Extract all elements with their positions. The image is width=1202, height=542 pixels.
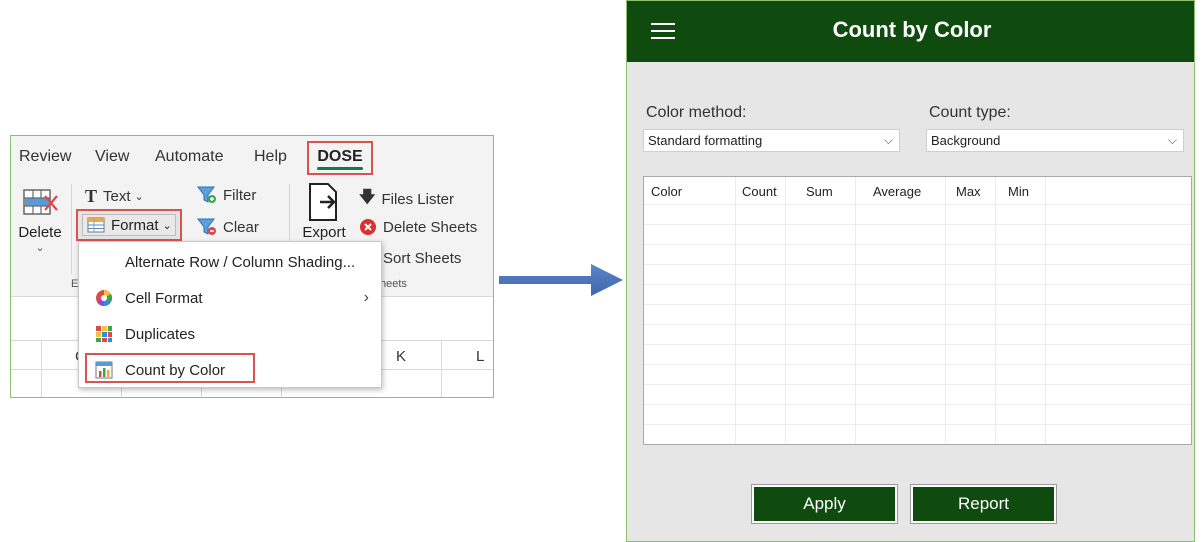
delete-circle-icon (360, 219, 376, 235)
report-button[interactable]: Report (910, 484, 1057, 524)
table-row-divider (644, 304, 1191, 305)
table-row-divider (644, 344, 1191, 345)
column-header-min[interactable]: Min (1008, 184, 1029, 199)
export-button[interactable]: Export (299, 182, 349, 241)
table-row-divider (644, 424, 1191, 425)
filter-label: Filter (223, 186, 257, 204)
chevron-down-icon: ⌵ (883, 133, 893, 147)
text-label: Text (103, 188, 131, 205)
ribbon-tabs: Review View Automate Help DOSE (11, 136, 493, 176)
sort-sheets-button[interactable]: Sort Sheets (383, 250, 461, 267)
tab-dose[interactable]: DOSE (307, 141, 373, 175)
tab-review[interactable]: Review (19, 148, 71, 166)
count-type-value: Background (931, 133, 1001, 148)
apply-button[interactable]: Apply (751, 484, 898, 524)
grid-line (41, 340, 42, 397)
text-button[interactable]: T Text ⌄ (85, 186, 144, 207)
table-row-divider (644, 324, 1191, 325)
table-row-divider (644, 364, 1191, 365)
table-row-divider (644, 224, 1191, 225)
format-table-icon (87, 217, 105, 233)
format-button-inner: Format ⌄ (82, 214, 176, 236)
table-row-divider (644, 384, 1191, 385)
menu-item-label: Duplicates (125, 325, 196, 343)
duplicates-grid-icon (96, 326, 112, 342)
count-type-select[interactable]: Background ⌵ (926, 129, 1184, 152)
menu-item-label: Alternate Row / Column Shading... (125, 253, 356, 271)
table-row-divider (644, 204, 1191, 205)
filter-add-icon (197, 186, 216, 203)
color-method-value: Standard formatting (648, 133, 763, 148)
chevron-down-icon: ⌄ (162, 219, 172, 232)
panel-header: Count by Color (627, 1, 1194, 62)
tab-help[interactable]: Help (254, 148, 287, 166)
panel-title: Count by Color (832, 17, 992, 42)
count-type-label: Count type: (929, 104, 1011, 121)
count-by-color-panel: Count by Color Color method: Standard fo… (626, 0, 1195, 542)
selection-highlight-box (85, 353, 255, 383)
table-row-divider (644, 404, 1191, 405)
menu-item-cell-format[interactable]: Cell Format › (79, 280, 381, 316)
group-label: heets (380, 278, 407, 290)
files-lister-button[interactable]: 🡇 Files Lister (359, 186, 454, 213)
column-header-sum[interactable]: Sum (806, 184, 833, 199)
filter-clear-icon (197, 218, 216, 235)
table-row-divider (644, 284, 1191, 285)
delete-sheets-label: Delete Sheets (383, 218, 478, 236)
color-method-label: Color method: (646, 104, 747, 121)
table-row-divider (644, 244, 1191, 245)
active-tab-indicator (317, 167, 363, 170)
grid-line (441, 340, 442, 397)
column-header-count[interactable]: Count (742, 184, 777, 199)
delete-button[interactable]: Delete ⌄ (15, 184, 65, 264)
text-t-icon: T (85, 186, 98, 206)
results-table: Color Count Sum Average Max Min (643, 176, 1192, 445)
column-header-average[interactable]: Average (873, 184, 921, 199)
chevron-right-icon: › (363, 289, 369, 306)
color-wheel-icon (96, 289, 113, 307)
export-label: Export (302, 224, 346, 241)
clear-button[interactable]: Clear (197, 218, 259, 236)
tab-view[interactable]: View (95, 148, 129, 166)
delete-label: Delete (18, 224, 62, 241)
menu-item-label: Cell Format (125, 289, 203, 307)
filter-button[interactable]: Filter (197, 186, 256, 204)
down-arrow-icon: 🡇 (359, 189, 376, 206)
column-header[interactable]: K (396, 348, 406, 365)
chevron-down-icon: ⌄ (134, 191, 144, 203)
tab-dose-label: DOSE (317, 148, 363, 165)
files-lister-label: Files Lister (381, 191, 454, 208)
delete-sheets-button[interactable]: Delete Sheets (359, 218, 477, 236)
tab-automate[interactable]: Automate (155, 148, 223, 166)
clear-label: Clear (223, 218, 259, 236)
group-divider (71, 184, 72, 274)
chevron-down-icon: ⌄ (35, 242, 45, 254)
menu-item-duplicates[interactable]: Duplicates (79, 316, 381, 352)
format-button[interactable]: Format ⌄ (76, 209, 182, 241)
format-dropdown-menu: Alternate Row / Column Shading... Cell F… (78, 241, 382, 388)
export-document-icon (309, 183, 337, 221)
sort-sheets-label: Sort Sheets (383, 250, 462, 267)
table-row-divider (644, 264, 1191, 265)
menu-item-alternate-shading[interactable]: Alternate Row / Column Shading... (79, 244, 381, 280)
column-header-color[interactable]: Color (651, 184, 682, 199)
format-label: Format (111, 216, 159, 234)
column-header[interactable]: L (476, 348, 484, 365)
delete-table-icon (23, 189, 58, 215)
chevron-down-icon: ⌵ (1167, 133, 1177, 147)
right-arrow-icon (499, 264, 623, 296)
color-method-select[interactable]: Standard formatting ⌵ (643, 129, 900, 152)
column-header-max[interactable]: Max (956, 184, 981, 199)
